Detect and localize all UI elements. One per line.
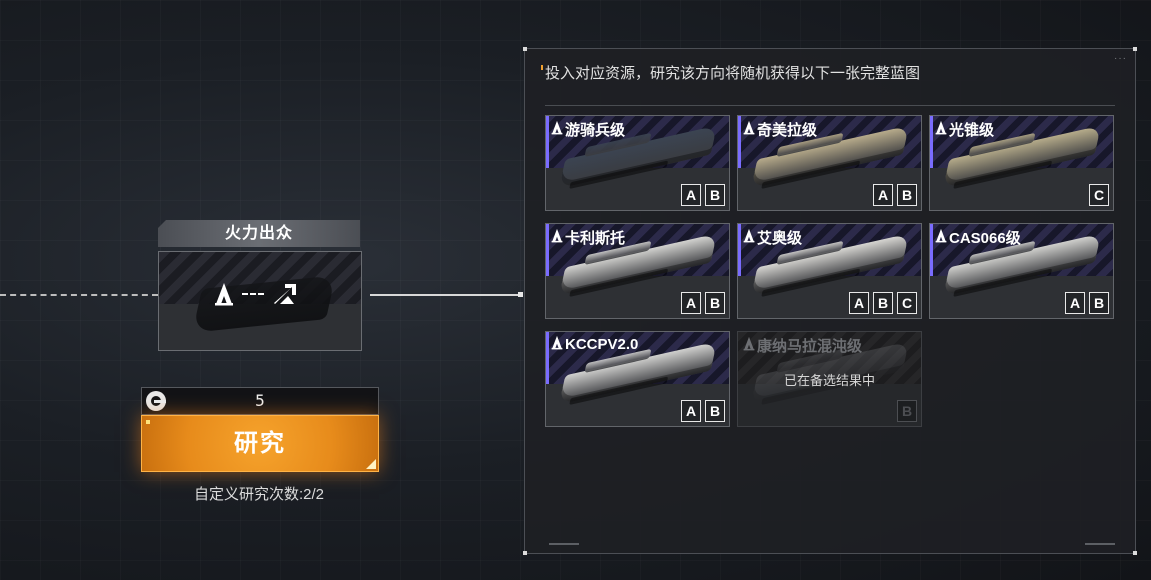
- panel-corner: [1133, 47, 1137, 51]
- blueprint-tag: A: [681, 184, 701, 206]
- card-accent-bar: [930, 224, 933, 276]
- blueprint-tags: AB: [1065, 292, 1109, 314]
- panel-footer-bar: [549, 543, 579, 545]
- card-accent-bar: [738, 224, 741, 276]
- blueprint-tag: A: [681, 292, 701, 314]
- incoming-connector: [0, 294, 158, 296]
- blueprint-name-label: 艾奥级: [757, 230, 803, 247]
- blueprint-card[interactable]: 艾奥级 A B C: [737, 223, 922, 319]
- card-accent-bar: [546, 332, 549, 384]
- tech-node-card[interactable]: [158, 251, 362, 351]
- pilot-delta-icon: [935, 120, 947, 139]
- blueprint-name: 游骑兵级: [551, 119, 625, 140]
- blueprint-name-label: KCCPV2.0: [565, 336, 639, 353]
- blueprint-card[interactable]: 光锥级 C: [929, 115, 1114, 211]
- pilot-delta-icon: [551, 335, 563, 354]
- blueprint-name-label: 卡利斯托: [565, 230, 626, 247]
- pilot-delta-icon: [743, 336, 755, 355]
- pilot-delta-icon: [743, 120, 755, 139]
- blueprint-tag: A: [873, 184, 893, 206]
- research-cost-value: 5: [255, 391, 265, 410]
- research-button-label: 研究: [234, 430, 286, 457]
- blueprint-card[interactable]: KCCPV2.0 A B: [545, 331, 730, 427]
- blueprint-tag: A: [681, 400, 701, 422]
- blueprint-name: 光锥级: [935, 119, 994, 140]
- blueprint-tag: B: [705, 292, 725, 314]
- card-accent-bar: [930, 116, 933, 168]
- blueprint-tag: C: [897, 292, 917, 314]
- panel-footer-bar: [1085, 543, 1115, 545]
- blueprint-name-label: 游骑兵级: [565, 122, 626, 139]
- blueprint-name: 奇美拉级: [743, 119, 817, 140]
- blueprint-tag: B: [705, 400, 725, 422]
- blueprint-tag: A: [1065, 292, 1085, 314]
- blueprint-card[interactable]: 卡利斯托 A B: [545, 223, 730, 319]
- blueprint-name: 艾奥级: [743, 227, 802, 248]
- blueprint-tags: C: [1089, 184, 1109, 206]
- blueprint-card[interactable]: 游骑兵级 A B: [545, 115, 730, 211]
- panel-separator: [545, 105, 1115, 106]
- outgoing-connector: [370, 294, 522, 296]
- panel-corner: [523, 551, 527, 555]
- blueprint-panel: ··· 投入对应资源，研究该方向将随机获得以下一张完整蓝图 游骑兵级 A B 奇美拉级…: [523, 47, 1137, 555]
- blueprint-name: KCCPV2.0: [551, 335, 638, 354]
- card-accent-bar: [546, 116, 549, 168]
- card-accent-bar: [738, 116, 741, 168]
- card-accent-bar: [546, 224, 549, 276]
- already-selected-overlay: 已在备选结果中: [783, 373, 875, 388]
- pilot-delta-icon: [214, 282, 234, 306]
- pilot-delta-icon: [551, 120, 563, 139]
- blueprint-name: 康纳马拉混沌级: [743, 335, 862, 356]
- panel-corner: [1133, 551, 1137, 555]
- blueprint-name: CAS066级: [935, 227, 1021, 248]
- blueprint-card[interactable]: 康纳马拉混沌级 B 已在备选结果中: [737, 331, 922, 427]
- button-corner-dot: [146, 420, 150, 424]
- panel-corner: [523, 47, 527, 51]
- node-title: 火力出众: [158, 220, 360, 247]
- connector-endpoint: [518, 292, 523, 297]
- blueprint-name-label: CAS066级: [949, 230, 1021, 247]
- blueprint-tags: ABC: [849, 292, 917, 314]
- blueprint-tag: B: [873, 292, 893, 314]
- blueprint-tags: B: [897, 400, 917, 422]
- panel-hint: 投入对应资源，研究该方向将随机获得以下一张完整蓝图: [540, 62, 920, 83]
- blueprint-name-label: 光锥级: [949, 122, 995, 139]
- blueprint-tags: AB: [873, 184, 917, 206]
- pilot-delta-icon: [743, 228, 755, 247]
- dash-separator: [242, 293, 264, 295]
- research-button[interactable]: 研究: [141, 415, 379, 472]
- blueprint-name-label: 奇美拉级: [757, 122, 818, 139]
- node-icons: [214, 282, 298, 306]
- blueprint-tag: B: [705, 184, 725, 206]
- blueprint-tag: B: [897, 184, 917, 206]
- custom-research-count: 自定义研究次数:2/2: [193, 486, 325, 503]
- blueprint-tag: B: [1089, 292, 1109, 314]
- blueprint-tag: C: [1089, 184, 1109, 206]
- pilot-delta-icon: [551, 228, 563, 247]
- blueprint-tags: AB: [681, 184, 725, 206]
- blueprint-card[interactable]: 奇美拉级 A B: [737, 115, 922, 211]
- blueprint-name: 卡利斯托: [551, 227, 625, 248]
- panel-menu-dots: ···: [1114, 53, 1127, 64]
- blueprint-name-label: 康纳马拉混沌级: [757, 338, 863, 355]
- button-corner-triangle: [366, 459, 376, 469]
- research-cost-bar: 5: [141, 387, 379, 415]
- pilot-delta-icon: [935, 228, 947, 247]
- blueprint-tag: A: [849, 292, 869, 314]
- rank-up-arrow-icon: [272, 282, 298, 306]
- blueprint-tag: B: [897, 400, 917, 422]
- blueprint-tags: AB: [681, 400, 725, 422]
- blueprint-card[interactable]: CAS066级 A B: [929, 223, 1114, 319]
- blueprint-tags: AB: [681, 292, 725, 314]
